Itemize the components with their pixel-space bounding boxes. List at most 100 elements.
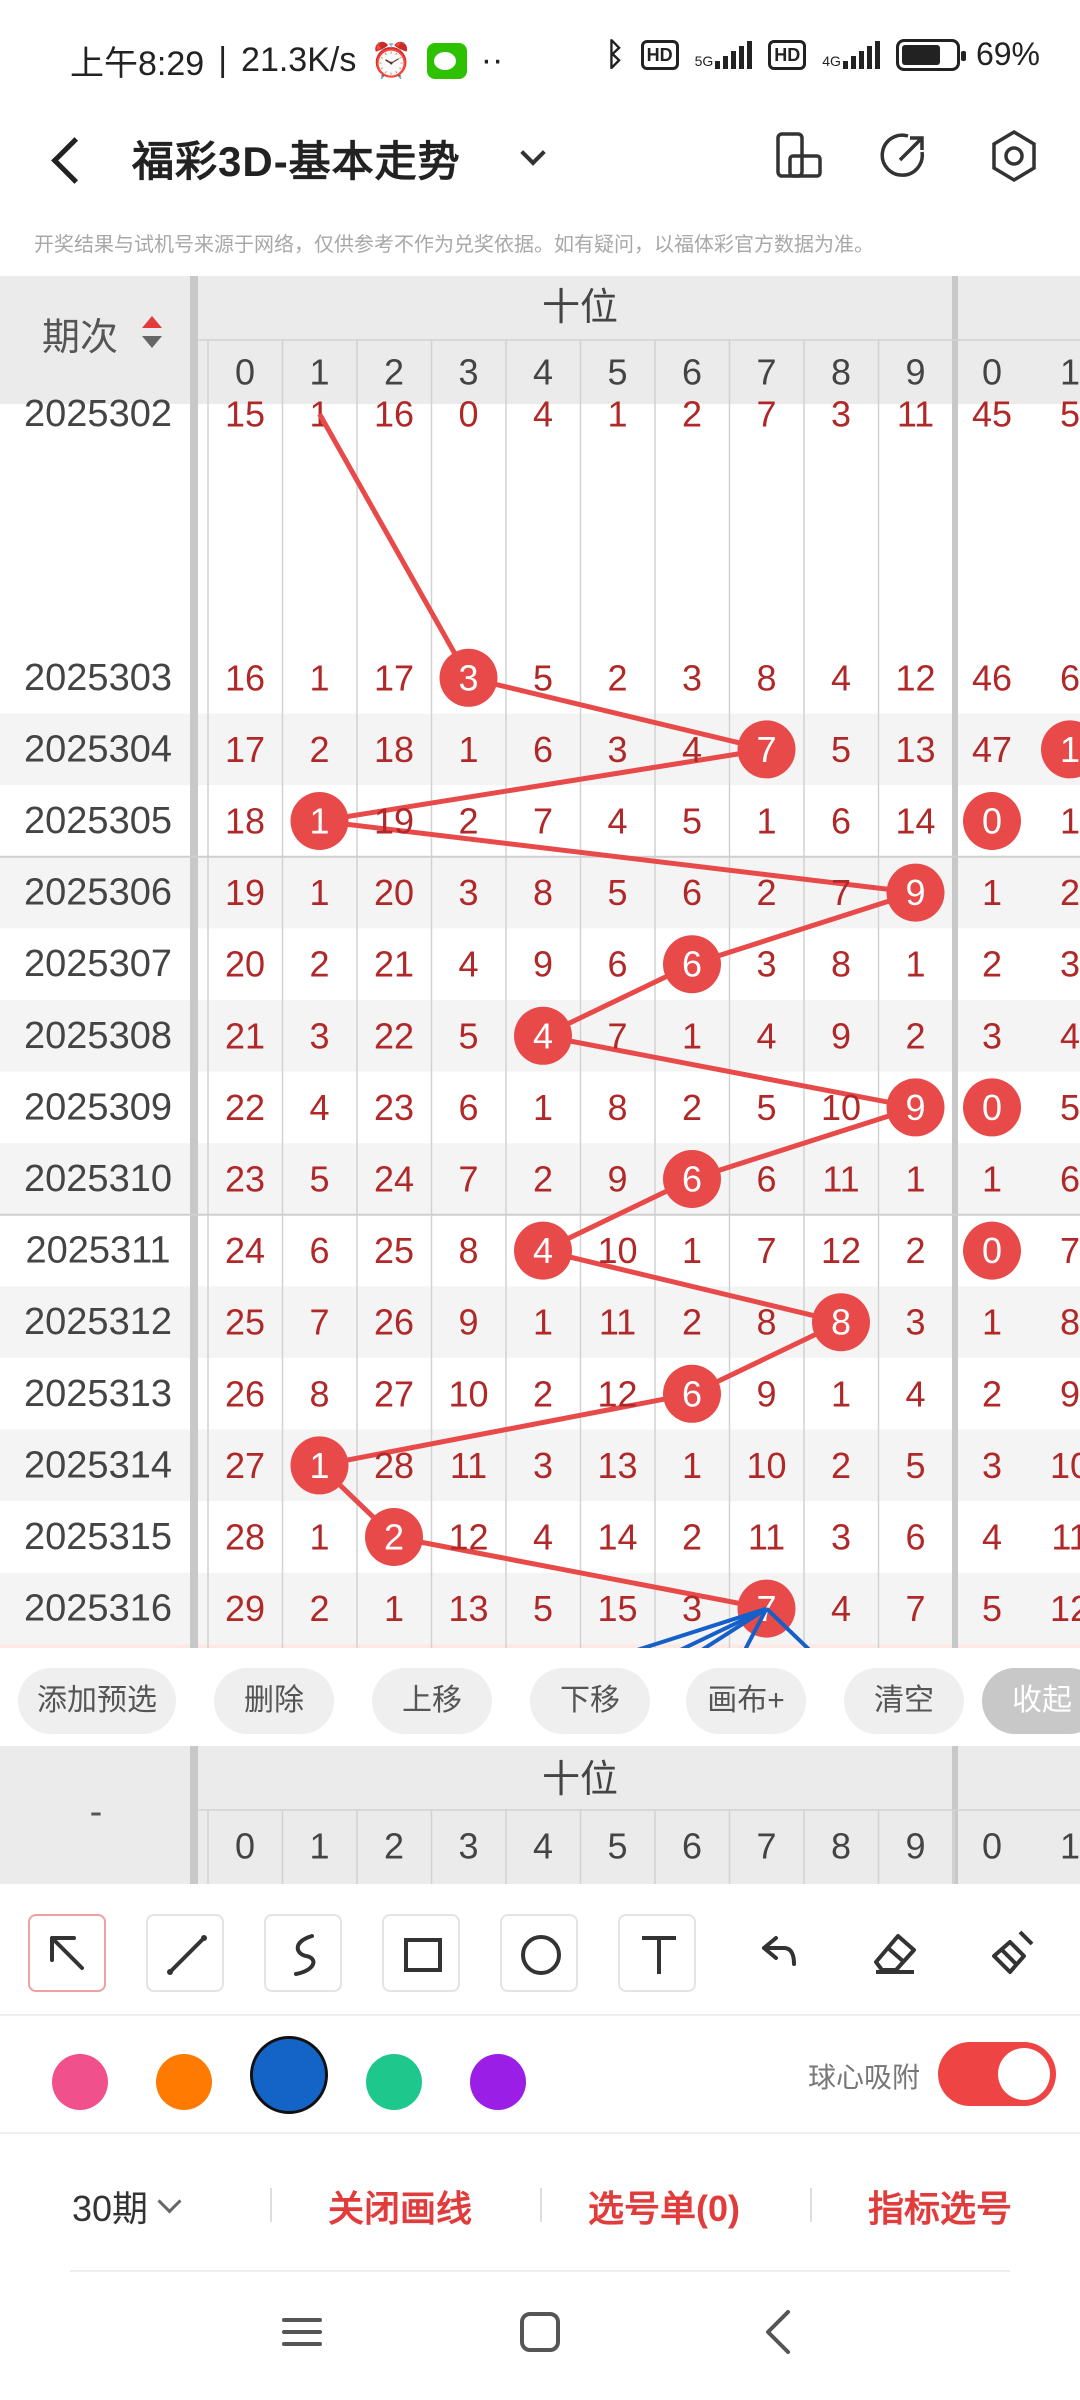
cell-value: 11 [822, 1159, 859, 1200]
hd-icon-2: HD [768, 39, 807, 70]
cell-value: 7 [458, 1159, 478, 1200]
back-nav-icon[interactable] [740, 2292, 820, 2372]
line-icon[interactable] [146, 1914, 224, 1992]
chevron-down-icon [158, 2195, 180, 2217]
rotate-screen-icon[interactable] [768, 126, 828, 186]
period-selector[interactable]: 30期 [72, 2180, 180, 2232]
undo-icon[interactable] [738, 1914, 816, 1992]
move-up-button[interactable]: 上移 [372, 1668, 492, 1734]
cell-value: 15 [225, 394, 265, 435]
hit-ball-number: 8 [831, 1302, 851, 1343]
menu-icon[interactable] [262, 2292, 342, 2372]
cell-value: 26 [374, 1302, 414, 1343]
digit-header: 1 [1060, 352, 1080, 393]
chevron-down-icon[interactable] [516, 142, 546, 172]
curve-icon[interactable] [264, 1914, 342, 1992]
cell-value: 5 [607, 872, 627, 913]
close-lines-button[interactable]: 关闭画线 [328, 2180, 472, 2232]
hit-ball-number: 6 [682, 944, 702, 985]
cell-value: 4 [607, 801, 627, 842]
digit-header: 1 [309, 1826, 329, 1867]
digit-header: 4 [533, 352, 553, 393]
cell-value: 2 [309, 1588, 329, 1629]
cell-value: 5 [309, 1159, 329, 1200]
cell-value: 25 [374, 1230, 414, 1271]
cell-value: 2 [982, 1373, 1002, 1414]
cell-value: 4 [458, 944, 478, 985]
back-button[interactable] [40, 130, 100, 190]
cell-value: 5 [756, 1087, 776, 1128]
digit-header: 0 [982, 352, 1002, 393]
digit-header: 6 [682, 1826, 702, 1867]
home-icon[interactable] [500, 2292, 580, 2372]
settings-icon[interactable] [984, 126, 1044, 186]
color-purple-swatch[interactable] [470, 2054, 526, 2110]
canvas-plus-button[interactable]: 画布+ [686, 1668, 806, 1734]
cell-value: 28 [374, 1445, 414, 1486]
delete-button[interactable]: 删除 [214, 1668, 334, 1734]
circle-icon[interactable] [500, 1914, 578, 1992]
cell-value: 45 [972, 394, 1012, 435]
cell-value: 1 [309, 657, 329, 698]
group-header: 十位 [542, 287, 618, 329]
selection-list-button[interactable]: 选号单(0) [588, 2180, 740, 2232]
snap-label: 球心吸附 [808, 2062, 921, 2093]
cell-value: 3 [1060, 944, 1080, 985]
color-green-swatch[interactable] [366, 2054, 422, 2110]
cell-value: 16 [225, 657, 265, 698]
system-nav-bar [0, 2272, 1080, 2400]
move-down-button[interactable]: 下移 [530, 1668, 650, 1734]
trend-grid[interactable]: 2025302 15 1 16 0 4 1 2 7 3 11 45 5 期次 十位 0 1 2 3 4 5 6 7 8 9 0 1 2… [0, 276, 1080, 1648]
cell-value: 2 [756, 872, 776, 913]
cell-value: 9 [756, 1373, 776, 1414]
rectangle-icon[interactable] [382, 1914, 460, 1992]
cell-value: 9 [458, 1302, 478, 1343]
cell-value: 1 [982, 872, 1002, 913]
trend-chart-svg[interactable]: 2025302 15 1 16 0 4 1 2 7 3 11 45 5期次十位0 1 2 3 4 5 6 7 8 9 0 12… [0, 276, 1080, 1648]
share-icon[interactable] [874, 126, 934, 186]
digit-header: 9 [905, 352, 925, 393]
color-orange-swatch[interactable] [156, 2054, 212, 2110]
cell-value: 4 [1060, 1015, 1080, 1056]
cell-value: 13 [895, 729, 935, 770]
cell-value: 5 [533, 657, 553, 698]
cell-value: 2 [682, 1302, 702, 1343]
cell-value: 2 [905, 1230, 925, 1271]
collapse-button[interactable]: 收起 [982, 1668, 1080, 1734]
wechat-icon [426, 42, 467, 79]
cell-value: 6 [533, 729, 553, 770]
period-placeholder: - [90, 1791, 103, 1833]
text-icon[interactable] [618, 1914, 696, 1992]
app-bar: 福彩3D-基本走势 [0, 110, 1080, 230]
cell-value: 11 [748, 1517, 785, 1558]
cell-value: 12 [1050, 1588, 1080, 1629]
add-preselect-button[interactable]: 添加预选 [18, 1668, 176, 1734]
digit-header: 7 [756, 1826, 776, 1867]
cell-value: 6 [458, 1087, 478, 1128]
cell-value: 6 [682, 872, 702, 913]
cell-value: 1 [905, 1159, 925, 1200]
cell-value: 6 [905, 1517, 925, 1558]
pointer-arrow-icon[interactable] [28, 1914, 106, 1992]
cell-value: 5 [1060, 1087, 1080, 1128]
hit-ball-number: 0 [982, 801, 1002, 842]
cell-value: 6 [1060, 1159, 1080, 1200]
digit-header: 7 [756, 352, 776, 393]
clear-button[interactable]: 清空 [844, 1668, 964, 1734]
cell-value: 13 [597, 1445, 637, 1486]
clear-brush-icon[interactable] [974, 1914, 1052, 1992]
snap-toggle[interactable] [938, 2042, 1056, 2106]
digit-header: 5 [607, 1826, 627, 1867]
status-left: 上午8:29 | 21.3K/s ⏰ ·· [70, 36, 503, 85]
hd-icon: HD [640, 39, 679, 70]
eraser-icon[interactable] [856, 1914, 934, 1992]
color-pink-swatch[interactable] [52, 2054, 108, 2110]
cell-value: 1 [682, 1015, 702, 1056]
column-separator [190, 276, 198, 1648]
digit-header: 6 [682, 352, 702, 393]
indicator-pick-button[interactable]: 指标选号 [868, 2180, 1012, 2232]
cell-value: 17 [374, 657, 414, 698]
bottom-actions: 30期 关闭画线 选号单(0) 指标选号 [0, 2136, 1080, 2272]
color-blue-swatch[interactable] [250, 2036, 328, 2114]
secondary-header-svg: - 十位 0 1 2 3 4 5 6 7 8 9 0 1 [90, 1746, 1080, 1884]
